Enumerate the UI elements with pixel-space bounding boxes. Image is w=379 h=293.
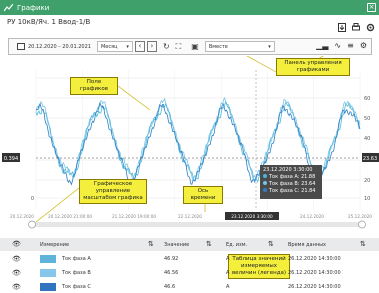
list-icon[interactable]: ≡ — [347, 41, 354, 50]
eye-icon[interactable]: 👁 — [12, 255, 21, 263]
chart-icon — [3, 3, 14, 12]
chart-area[interactable]: 10203040506000.39423.6320.12.202020.12.2… — [0, 56, 379, 231]
x-tick-label: 25.12.2020 — [348, 214, 372, 219]
page-subtitle: РУ 10кВ/Яч. 1 Ввод-1/В — [7, 18, 91, 26]
chart-toolbar: 20.12.2020 – 20.01.2021 Месяц ▾ ‹ › ↻ ⛶ ▣… — [8, 38, 372, 55]
color-swatch[interactable] — [40, 283, 56, 291]
sort-icon[interactable]: ⇅ — [360, 240, 366, 248]
tooltip-time: 23.12.2020 3:30:00 — [263, 167, 313, 173]
x-tick-label: 20.12.2020 21:00:00 — [48, 214, 92, 219]
sort-icon[interactable]: ⇅ — [206, 240, 212, 248]
close-button[interactable]: × — [367, 3, 376, 12]
gear-icon[interactable]: ⚙ — [360, 41, 367, 50]
annotation-connector — [246, 56, 277, 73]
date-range[interactable]: 20.12.2020 – 20.01.2021 — [28, 44, 91, 50]
sort-icon[interactable]: ⇅ — [268, 240, 274, 248]
zoom-handle-left — [28, 220, 36, 229]
settings-icon[interactable] — [366, 17, 375, 32]
y-tick-label: 60 — [364, 96, 370, 102]
color-swatch[interactable] — [40, 269, 56, 277]
tooltip-row: Ток фаза B: 23.64 — [269, 181, 316, 187]
annotation-field: Поле графиков — [70, 77, 118, 95]
chart-tooltip: 23.12.2020 3:30:00 Ток фаза A: 21.88 Ток… — [260, 165, 322, 199]
x-tick-label: 23.12.2020 3:30:00 — [231, 214, 273, 219]
table-header: 👁 Измерение ⇅ Значение ⇅ Ед. изм. ⇅ Врем… — [0, 238, 379, 251]
print-icon[interactable] — [352, 17, 360, 31]
eye-icon[interactable]: 👁 — [12, 269, 21, 277]
window-title: Графики — [17, 3, 50, 12]
tooltip-row: Ток фаза C: 21.84 — [269, 188, 316, 194]
current-right-label: 23.63 — [363, 156, 377, 162]
sort-icon[interactable]: ⇅ — [148, 240, 154, 248]
chevron-down-icon: ▾ — [268, 43, 271, 50]
x-tick-label: 24.12.2020 — [300, 214, 324, 219]
y-tick-label: 0 — [31, 196, 34, 202]
export-icon[interactable] — [338, 17, 346, 32]
refresh-icon[interactable]: ↻ — [163, 42, 170, 51]
current-left-label: 0.394 — [4, 156, 18, 162]
bar-chart-icon[interactable]: ▁▃ — [316, 41, 328, 50]
y-tick-label: 10 — [364, 196, 370, 202]
x-tick-label: 22.12.2020 — [178, 214, 202, 219]
next-button[interactable]: › — [146, 41, 157, 52]
y-tick-label: 20 — [364, 178, 370, 184]
y-tick-label: 50 — [364, 116, 370, 122]
x-tick-label: 21.12.2020 19:00:00 — [112, 214, 156, 219]
period-select[interactable]: Месяц ▾ — [96, 41, 133, 52]
annotation-axis: Ось времени — [183, 186, 223, 204]
zoom-handle-right — [358, 220, 366, 229]
title-bar: Графики × — [0, 0, 379, 15]
x-tick-label: 20.12.2020 — [10, 214, 34, 219]
annotation-panel: Панель управления графиками — [276, 58, 350, 76]
chevron-down-icon: ▾ — [126, 43, 129, 50]
table-row[interactable]: 👁 Ток фаза A 46.92 А 26.12.2020 14:30:00 — [0, 252, 379, 266]
y-tick-label: 40 — [364, 136, 370, 142]
color-swatch[interactable] — [40, 255, 56, 263]
annotation-scale: Графическое управление масштабом графика — [79, 179, 147, 204]
group-select[interactable]: Вместе ▾ — [204, 41, 275, 52]
table-row[interactable]: 👁 Ток фаза B 46.56 А 26.12.2020 14:30:00 — [0, 266, 379, 280]
eye-icon[interactable]: 👁 — [12, 240, 21, 248]
fullscreen-icon[interactable]: ⛶ — [176, 42, 182, 51]
layout-icon[interactable]: ▣ — [191, 42, 199, 51]
eye-icon[interactable]: 👁 — [12, 283, 21, 291]
table-row[interactable]: 👁 Ток фаза C 46.6 А 26.12.2020 14:30:00 — [0, 280, 379, 293]
zoom-scrollbar — [30, 222, 364, 227]
line-chart-icon[interactable]: ∿ — [334, 41, 341, 50]
calendar-icon[interactable] — [17, 43, 25, 50]
tooltip-row: Ток фаза A: 21.88 — [269, 174, 316, 180]
prev-button[interactable]: ‹ — [134, 41, 145, 52]
